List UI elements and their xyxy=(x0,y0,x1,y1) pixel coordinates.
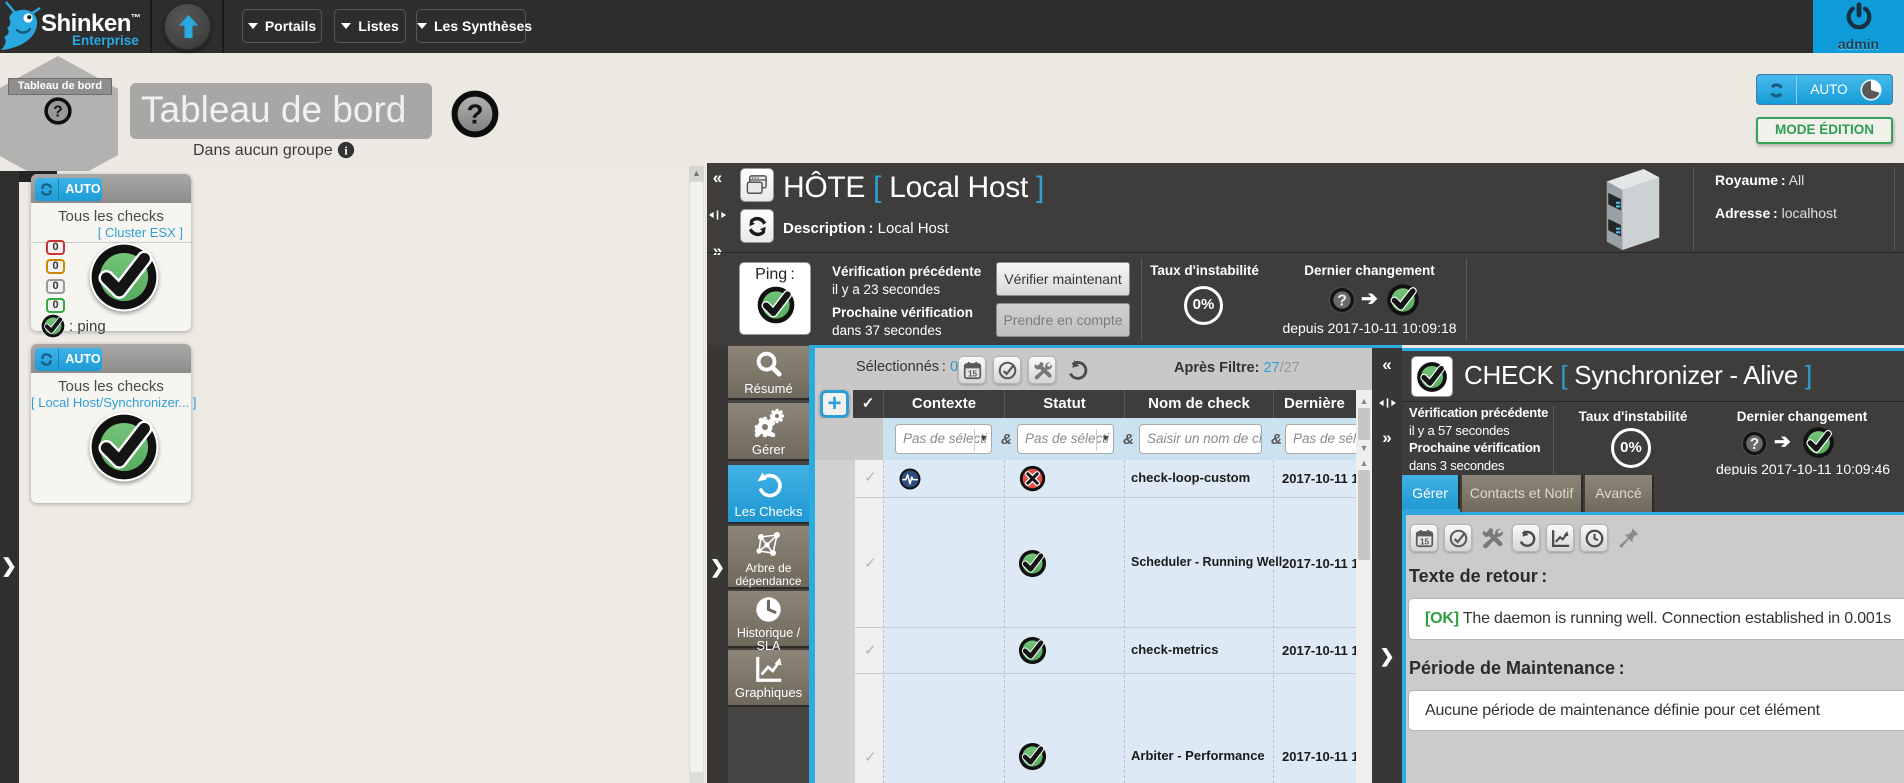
svg-text:?: ? xyxy=(467,99,484,130)
svg-text:?: ? xyxy=(53,104,62,121)
